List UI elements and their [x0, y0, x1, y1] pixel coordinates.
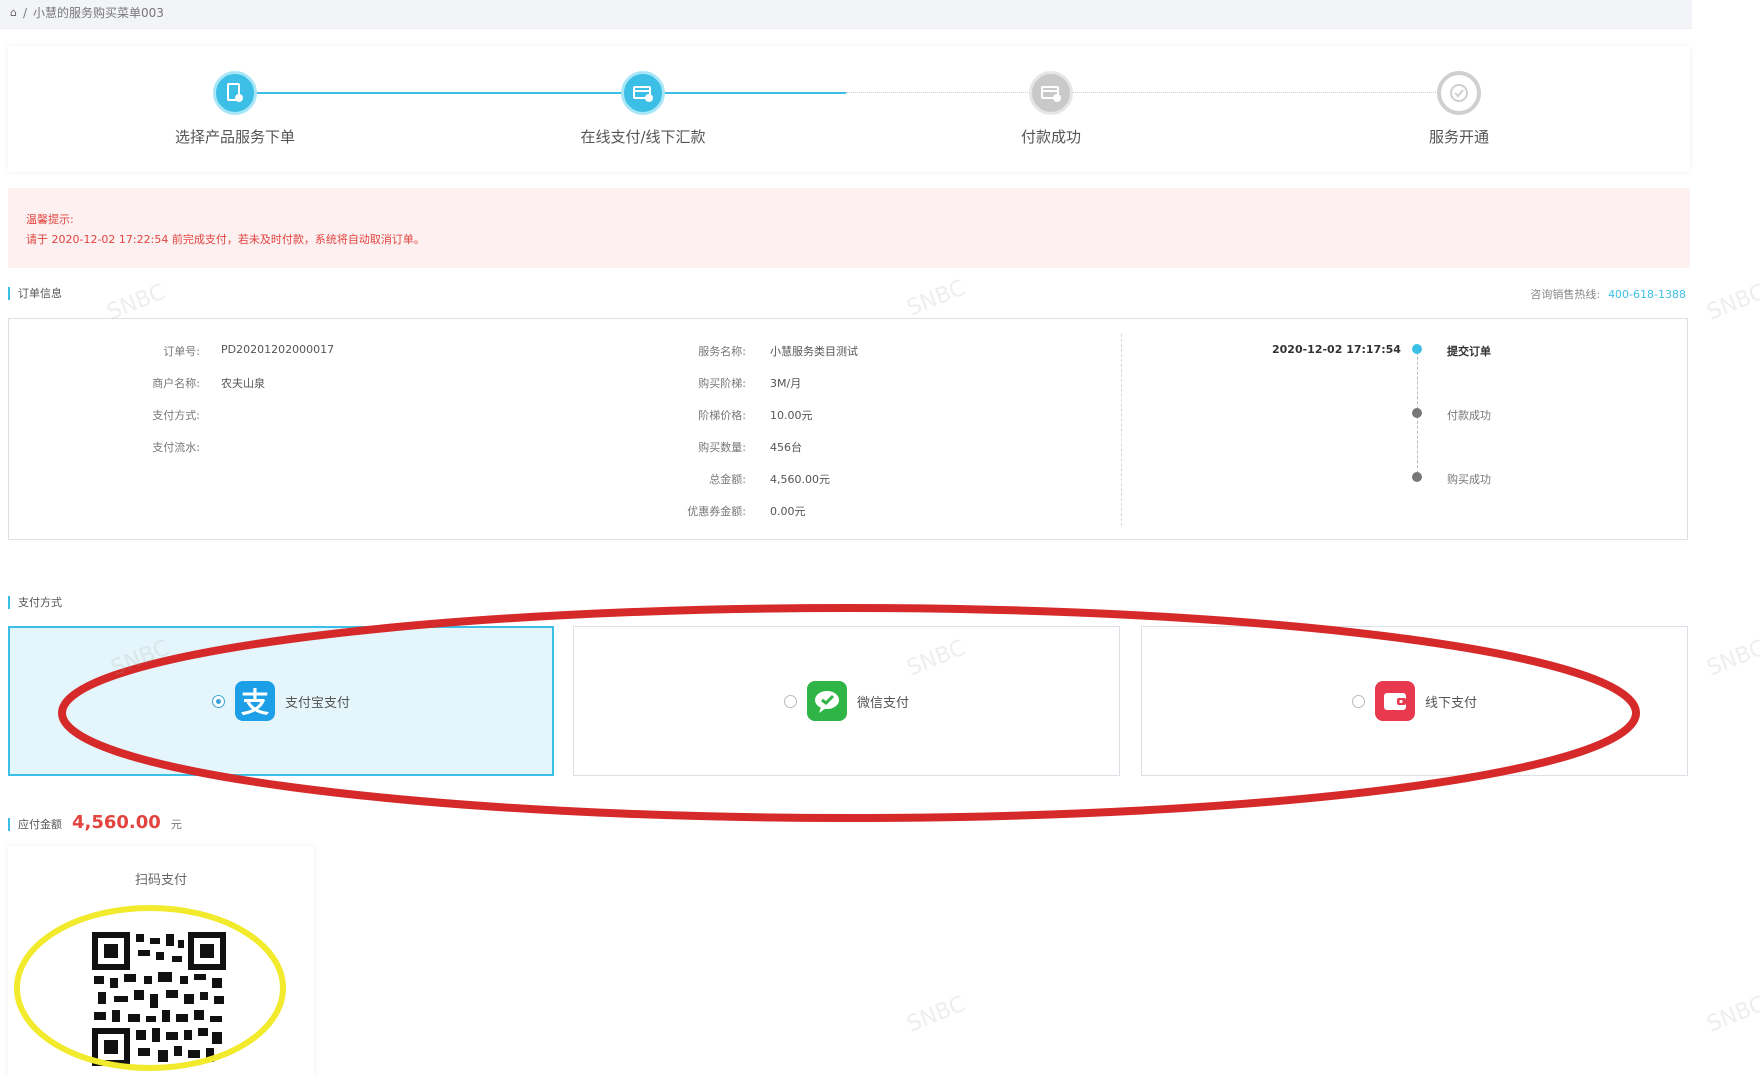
yellow-annotation-ellipse [14, 905, 286, 1071]
red-annotation-ellipse [58, 604, 1640, 822]
annotation-overlay [14, 604, 1640, 1071]
